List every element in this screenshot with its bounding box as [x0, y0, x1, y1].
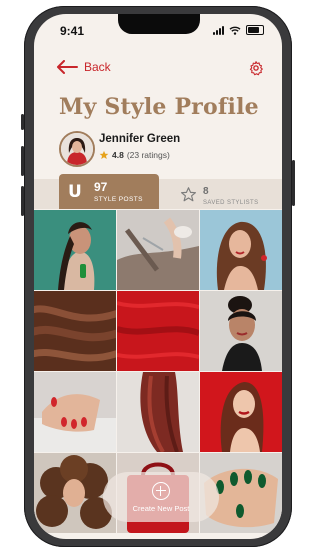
plus-circle-icon — [152, 481, 170, 500]
post-tile-red-manicure[interactable] — [34, 372, 116, 452]
post-tile-auburn-hair[interactable] — [117, 372, 199, 452]
phone-volume-down — [21, 186, 24, 216]
rating-count: (23 ratings) — [126, 150, 170, 160]
style-posts-badge: U — [68, 182, 82, 202]
phone-power-button — [292, 160, 295, 206]
signal-icon — [213, 25, 224, 35]
rating-value: 4.8 — [112, 150, 124, 160]
style-posts-count: 97 — [94, 180, 108, 194]
star-icon — [99, 150, 109, 159]
profile-name: Jennifer Green — [99, 133, 181, 145]
status-icons — [213, 25, 264, 35]
app-screen: 9:41 Back My Style Profile Jennifer Gree… — [34, 14, 282, 539]
create-new-post-button[interactable]: Create New Post — [103, 472, 219, 522]
star-outline-icon[interactable] — [180, 186, 197, 203]
back-button[interactable]: Back — [56, 60, 264, 74]
profile-summary: Jennifer Green 4.8 (23 ratings) — [59, 131, 259, 167]
gear-icon[interactable] — [248, 60, 264, 76]
phone-silent-switch — [21, 114, 24, 130]
back-label: Back — [84, 60, 111, 74]
wifi-icon — [229, 26, 241, 35]
post-tile-red-hair[interactable] — [117, 291, 199, 371]
top-nav: Back — [56, 60, 264, 82]
create-new-post-label: Create New Post — [132, 503, 190, 513]
post-tile-braided-hair[interactable] — [34, 210, 116, 290]
avatar[interactable] — [59, 131, 95, 167]
arrow-left-icon — [57, 60, 78, 74]
rating-row: 4.8 (23 ratings) — [99, 150, 170, 160]
saved-stylists-label[interactable]: SAVED STYLISTS — [203, 200, 259, 206]
post-tile-brown-hair[interactable] — [34, 291, 116, 371]
post-tile-updo[interactable] — [200, 291, 282, 371]
status-time: 9:41 — [60, 24, 85, 38]
post-tile-wavy-brunette[interactable] — [200, 210, 282, 290]
style-posts-label: STYLE POSTS — [94, 196, 143, 203]
post-tile-stylist-cutting[interactable] — [117, 210, 199, 290]
notch — [118, 14, 200, 34]
saved-stylists-count[interactable]: 8 — [203, 186, 209, 197]
battery-icon — [246, 25, 264, 35]
post-tile-red-lipstick[interactable] — [200, 372, 282, 452]
page-title: My Style Profile — [59, 94, 259, 120]
phone-volume-up — [21, 146, 24, 176]
